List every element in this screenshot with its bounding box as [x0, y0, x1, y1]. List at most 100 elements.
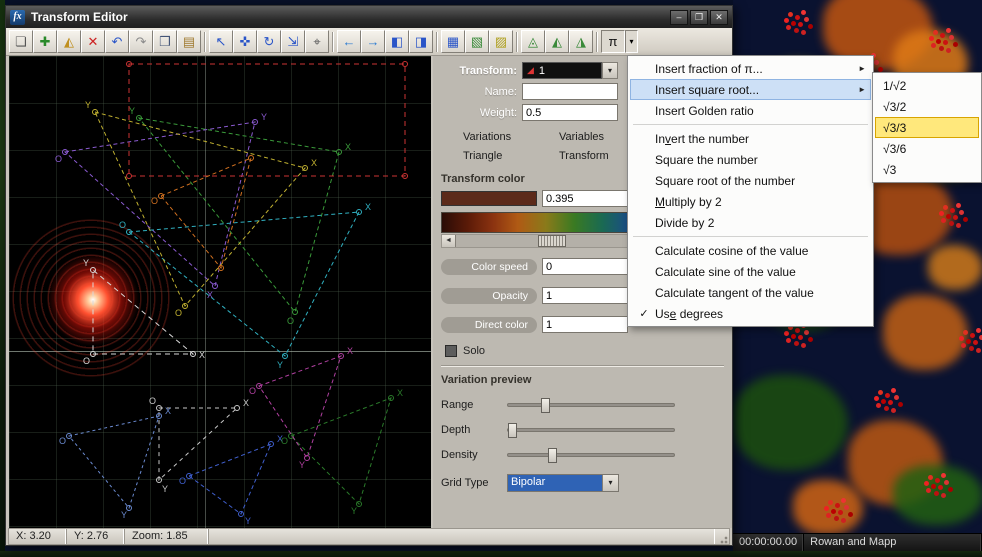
triangle-vertex-handle[interactable]	[127, 174, 132, 179]
name-input[interactable]	[522, 83, 618, 100]
slider-thumb-range[interactable]	[541, 398, 550, 413]
pivot-mode-button[interactable]: ⌖	[305, 30, 329, 53]
slider-track-depth[interactable]	[507, 428, 675, 432]
menu-item-1-2[interactable]: 1/√2	[875, 75, 979, 96]
resize-grip[interactable]	[715, 529, 729, 544]
transform-select-dropdown-icon[interactable]: ▾	[602, 62, 618, 79]
transform-select[interactable]: ◢ 1	[522, 62, 602, 79]
reset-scale-icon: ◮	[576, 35, 586, 48]
leaf-blob	[928, 245, 982, 290]
vertex-label: Y	[299, 460, 305, 470]
transform-color-swatch[interactable]	[441, 191, 537, 206]
menu-item-label: Multiply by 2	[655, 195, 853, 209]
scale-mode-button[interactable]: ⇲	[281, 30, 305, 53]
maximize-button[interactable]: ❐	[690, 10, 708, 25]
slider-thumb-density[interactable]	[548, 448, 557, 463]
new-flame-button[interactable]: ❏	[9, 30, 33, 53]
triangle-vertex-handle[interactable]	[91, 268, 96, 273]
toggle-grid-button[interactable]: ▦	[441, 30, 465, 53]
triangle-vertex-handle[interactable]	[235, 406, 240, 411]
menu-item-square-the-number[interactable]: Square the number	[630, 149, 871, 170]
menu-item-use-degrees[interactable]: ✓Use degrees	[630, 303, 871, 324]
triangle-vertex-handle[interactable]	[357, 210, 362, 215]
color-speed-input[interactable]	[542, 258, 628, 275]
add-transform-button[interactable]: ✚	[33, 30, 57, 53]
editor-canvas[interactable]: OXYOXYYXOOYXOXYYXOOXYOXYOXYOXYO	[9, 56, 431, 528]
duplicate-transform-button[interactable]: ◭	[57, 30, 81, 53]
copy-button[interactable]: ❒	[153, 30, 177, 53]
menu-item-3-2[interactable]: √3/2	[875, 96, 979, 117]
scroll-left-icon[interactable]: ◄	[442, 235, 456, 247]
transform-triangle-8[interactable]	[259, 356, 341, 458]
weight-input[interactable]	[522, 104, 618, 121]
scrollbar-thumb[interactable]	[538, 235, 566, 247]
menu-item-invert-the-number[interactable]: Invert the number	[630, 128, 871, 149]
menu-item-insert-fraction-of[interactable]: Insert fraction of π...►	[630, 58, 871, 79]
grid-type-select[interactable]: Bipolar ▾	[507, 474, 619, 492]
editor-statusbar: X: 3.20 Y: 2.76 Zoom: 1.85	[8, 528, 730, 545]
move-mode-button[interactable]: ✜	[233, 30, 257, 53]
rotate-left-button[interactable]: ←	[337, 30, 361, 53]
triangle-vertex-handle[interactable]	[305, 456, 310, 461]
menu-item-multiply-by-2[interactable]: Multiply by 2	[630, 191, 871, 212]
select-mode-button[interactable]: ↖	[209, 30, 233, 53]
menu-item-label: Insert fraction of π...	[655, 62, 853, 76]
close-button[interactable]: ✕	[710, 10, 728, 25]
solo-checkbox[interactable]	[445, 345, 457, 357]
menu-item-calculate-tangent-of-the-value[interactable]: Calculate tangent of the value	[630, 282, 871, 303]
rotate-right-icon: →	[367, 35, 380, 48]
minimize-button[interactable]: –	[670, 10, 688, 25]
flip-vertical-button[interactable]: ◨	[409, 30, 433, 53]
pi-button[interactable]: π	[601, 30, 625, 53]
menu-item-3-6[interactable]: √3/6	[875, 138, 979, 159]
slider-track-density[interactable]	[507, 453, 675, 457]
grid-type-value: Bipolar	[508, 475, 602, 491]
menu-item-3[interactable]: √3	[875, 159, 979, 180]
slider-track-range[interactable]	[507, 403, 675, 407]
tab-variations[interactable]: Variations	[463, 131, 559, 143]
titlebar[interactable]: fx Transform Editor – ❐ ✕	[6, 6, 732, 28]
menu-item-insert-square-root[interactable]: Insert square root...►	[630, 79, 871, 100]
triangle-vertex-handle[interactable]	[269, 442, 274, 447]
select-mode-icon: ↖	[216, 35, 227, 48]
reset-scale-button[interactable]: ◮	[569, 30, 593, 53]
redo-button[interactable]: ↷	[129, 30, 153, 53]
rotate-mode-button[interactable]: ↻	[257, 30, 281, 53]
toggle-variation-preview-button[interactable]: ▧	[465, 30, 489, 53]
flip-horizontal-button[interactable]: ◧	[385, 30, 409, 53]
variation-preview-group-title: Variation preview	[441, 374, 724, 386]
transform-triangle-11[interactable]	[161, 158, 251, 268]
reset-rotation-button[interactable]: ◭	[545, 30, 569, 53]
transform-triangle-6[interactable]	[189, 444, 271, 514]
remove-transform-button[interactable]: ✕	[81, 30, 105, 53]
toggle-grid-icon: ▦	[447, 35, 459, 48]
tab-triangle[interactable]: Triangle	[463, 150, 559, 162]
transform-triangle-9[interactable]	[69, 416, 159, 508]
menu-item-divide-by-2[interactable]: Divide by 2	[630, 212, 871, 233]
opacity-input[interactable]	[542, 287, 628, 304]
paste-icon: ▤	[183, 35, 195, 48]
menu-item-calculate-cosine-of-the-value[interactable]: Calculate cosine of the value	[630, 240, 871, 261]
transform-triangle-7[interactable]	[291, 398, 391, 504]
menu-item-square-root-of-the-number[interactable]: Square root of the number	[630, 170, 871, 191]
slider-thumb-depth[interactable]	[508, 423, 517, 438]
post-transform-icon: ▨	[495, 35, 507, 48]
transform-triangle-2[interactable]	[139, 118, 339, 312]
rotate-right-button[interactable]: →	[361, 30, 385, 53]
reset-location-button[interactable]: ◬	[521, 30, 545, 53]
pi-dropdown-button[interactable]: ▾	[625, 30, 638, 53]
pi-context-menu: Insert fraction of π...►Insert square ro…	[627, 55, 874, 327]
menu-item-insert-golden-ratio[interactable]: Insert Golden ratio	[630, 100, 871, 121]
transform-triangle-1[interactable]	[159, 408, 237, 480]
grid-type-dropdown-icon[interactable]: ▾	[602, 475, 618, 491]
menu-item-3-3[interactable]: √3/3	[875, 117, 979, 138]
transform-color-input[interactable]	[542, 190, 628, 207]
transform-triangle-4[interactable]	[129, 212, 359, 356]
undo-button[interactable]: ↶	[105, 30, 129, 53]
vertex-label: Y	[261, 112, 267, 122]
menu-item-calculate-sine-of-the-value[interactable]: Calculate sine of the value	[630, 261, 871, 282]
direct-color-input[interactable]	[542, 316, 628, 333]
post-transform-button[interactable]: ▨	[489, 30, 513, 53]
paste-button[interactable]: ▤	[177, 30, 201, 53]
undo-icon: ↶	[112, 35, 123, 48]
